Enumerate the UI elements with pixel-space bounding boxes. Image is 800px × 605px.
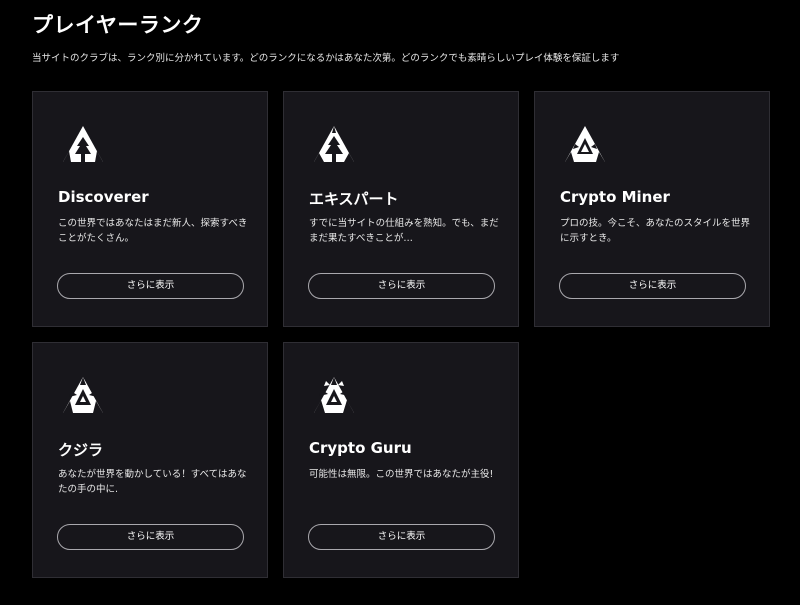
rank-title: Crypto Guru bbox=[309, 439, 412, 457]
rank-description: この世界ではあなたはまだ新人、探索すべきことがたくさん。 bbox=[58, 218, 248, 244]
show-more-button[interactable]: さらに表示 bbox=[57, 273, 244, 299]
rank-card-expert: エキスパート すでに当サイトの仕組みを熟知。でも、まだまだ果たすべきことが… さ… bbox=[283, 91, 519, 327]
rank-title: エキスパート bbox=[309, 190, 399, 208]
rank-1-icon bbox=[63, 126, 103, 162]
rank-5-icon bbox=[314, 377, 354, 413]
page-title: プレイヤーランク bbox=[32, 13, 204, 37]
rank-description: あなたが世界を動かしている！すべてはあなたの手の中に. bbox=[58, 469, 247, 495]
rank-card-crypto-miner: Crypto Miner プロの技。今こそ、あなたのスタイルを世界に示すとき。 … bbox=[534, 91, 770, 327]
rank-title: クジラ bbox=[58, 441, 104, 459]
rank-card-crypto-guru: Crypto Guru 可能性は無限。この世界ではあなたが主役! さらに表示 bbox=[283, 342, 519, 578]
rank-description: プロの技。今こそ、あなたのスタイルを世界に示すとき。 bbox=[560, 218, 751, 244]
rank-title: Crypto Miner bbox=[560, 188, 670, 206]
rank-card-whale: クジラ あなたが世界を動かしている！すべてはあなたの手の中に. さらに表示 bbox=[32, 342, 268, 578]
rank-card-discoverer: Discoverer この世界ではあなたはまだ新人、探索すべきことがたくさん。 … bbox=[32, 91, 268, 327]
show-more-button[interactable]: さらに表示 bbox=[57, 524, 244, 550]
player-ranks-page: プレイヤーランク 当サイトのクラブは、ランク別に分かれています。どのランクになる… bbox=[0, 0, 800, 605]
rank-description: すでに当サイトの仕組みを熟知。でも、まだまだ果たすべきことが… bbox=[309, 218, 499, 244]
rank-4-icon bbox=[63, 377, 103, 413]
rank-description: 可能性は無限。この世界ではあなたが主役! bbox=[309, 469, 494, 480]
show-more-button[interactable]: さらに表示 bbox=[308, 273, 495, 299]
page-subtitle: 当サイトのクラブは、ランク別に分かれています。どのランクになるかはあなた次第。ど… bbox=[32, 53, 620, 64]
rank-3-icon bbox=[565, 126, 605, 162]
rank-2-icon bbox=[314, 126, 354, 162]
rank-title: Discoverer bbox=[58, 188, 149, 206]
show-more-button[interactable]: さらに表示 bbox=[308, 524, 495, 550]
show-more-button[interactable]: さらに表示 bbox=[559, 273, 746, 299]
